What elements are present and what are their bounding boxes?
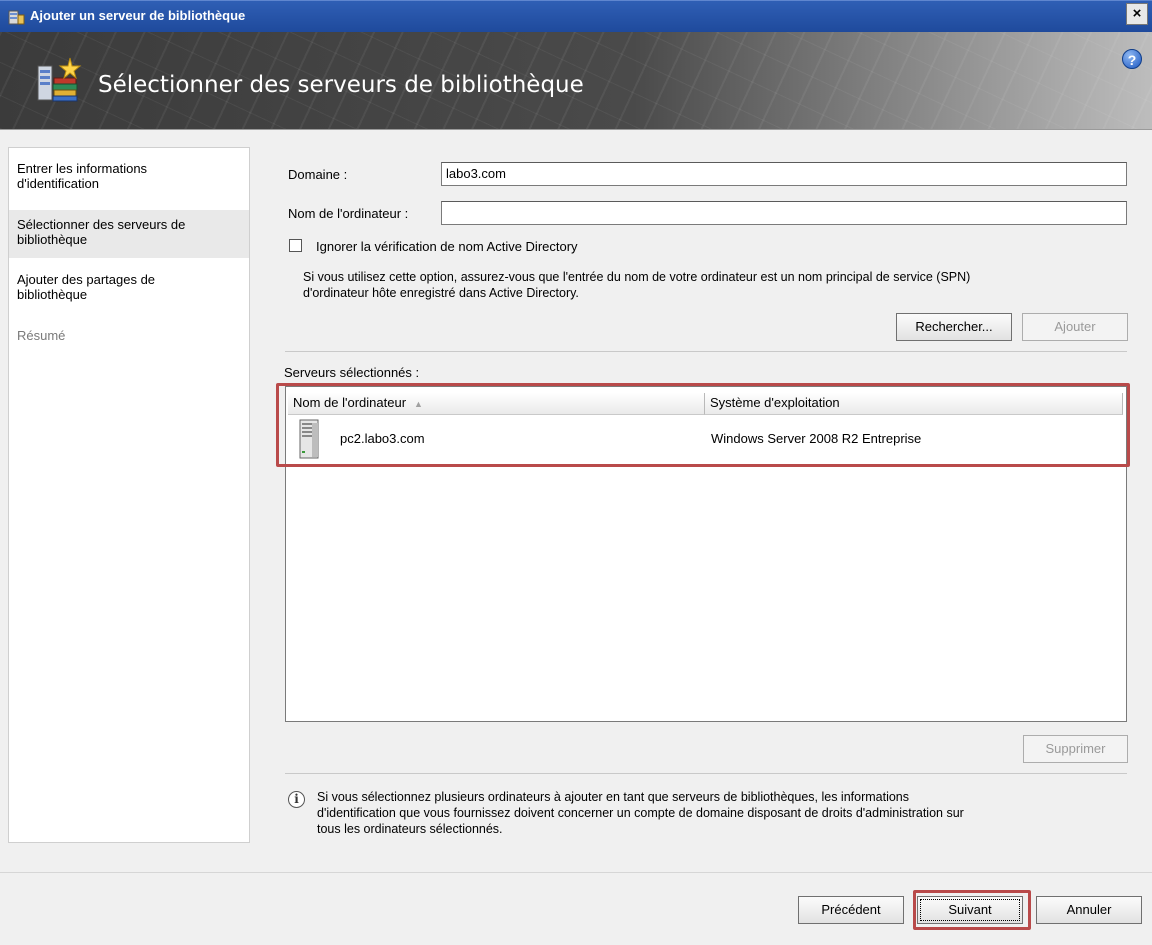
window-title: Ajouter un serveur de bibliothèque (30, 8, 246, 23)
domain-label: Domaine : (288, 167, 348, 182)
info-text: Si vous sélectionnez plusieurs ordinateu… (317, 790, 910, 804)
nav-item-add-shares[interactable]: Ajouter des partages de bibliothèque (9, 272, 249, 302)
ignore-ad-help: d'ordinateur hôte enregistré dans Active… (303, 286, 579, 300)
cancel-button[interactable]: Annuler (1036, 896, 1142, 924)
help-icon[interactable]: ? (1122, 49, 1142, 69)
column-header-computer[interactable]: Nom de l'ordinateur ▲ (288, 393, 705, 415)
nav-item-label: Sélectionner des serveurs de (17, 217, 186, 232)
page-title: Sélectionner des serveurs de bibliothèqu… (98, 72, 584, 98)
column-header-label: Système d'exploitation (710, 395, 840, 410)
ignore-ad-help: Si vous utilisez cette option, assurez-v… (303, 270, 971, 284)
ignore-ad-label[interactable]: Ignorer la vérification de nom Active Di… (316, 239, 578, 254)
nav-item-label: bibliothèque (17, 287, 88, 302)
info-text: tous les ordinateurs sélectionnés. (317, 822, 503, 836)
remove-button: Supprimer (1023, 735, 1128, 763)
computer-name-label: Nom de l'ordinateur : (288, 206, 409, 221)
info-text: d'identification que vous fournissez doi… (317, 806, 964, 820)
column-header-os[interactable]: Système d'exploitation (705, 393, 1123, 415)
column-header-label: Nom de l'ordinateur (293, 395, 407, 410)
nav-item-label: d'identification (17, 176, 99, 191)
nav-item-credentials[interactable]: Entrer les informations d'identification (9, 161, 249, 191)
previous-button[interactable]: Précédent (798, 896, 904, 924)
section-divider (285, 773, 1127, 774)
sort-ascending-icon: ▲ (414, 399, 423, 409)
nav-item-label: Entrer les informations (17, 161, 148, 176)
nav-item-label: Résumé (17, 328, 66, 343)
info-icon: i (288, 791, 305, 808)
domain-field[interactable]: labo3.com (441, 162, 1127, 186)
nav-item-label: bibliothèque (17, 232, 88, 247)
library-server-icon (8, 10, 25, 25)
close-button[interactable]: × (1126, 3, 1148, 25)
nav-item-summary: Résumé (9, 328, 249, 343)
library-books-icon (37, 57, 82, 102)
table-row[interactable]: pc2.labo3.com Windows Server 2008 R2 Ent… (288, 417, 1124, 461)
next-button[interactable]: Suivant (917, 896, 1023, 924)
ignore-ad-checkbox[interactable] (289, 239, 302, 252)
server-name: pc2.labo3.com (340, 431, 425, 446)
footer-divider (0, 872, 1152, 873)
nav-item-label: Ajouter des partages de (17, 272, 156, 287)
nav-item-select-servers[interactable]: Sélectionner des serveurs de bibliothèqu… (9, 210, 249, 258)
selected-servers-label: Serveurs sélectionnés : (284, 365, 420, 380)
wizard-steps: Entrer les informations d'identification… (8, 147, 250, 843)
server-os: Windows Server 2008 R2 Entreprise (711, 431, 922, 446)
server-icon (299, 419, 319, 459)
section-divider (285, 351, 1127, 352)
add-button: Ajouter (1022, 313, 1128, 341)
page-header: Sélectionner des serveurs de bibliothèqu… (0, 32, 1152, 130)
window-titlebar[interactable]: Ajouter un serveur de bibliothèque × (0, 0, 1152, 32)
selected-servers-list[interactable]: Nom de l'ordinateur ▲ Système d'exploitat… (285, 386, 1127, 722)
search-button[interactable]: Rechercher... (896, 313, 1012, 341)
computer-name-field[interactable] (441, 201, 1127, 225)
